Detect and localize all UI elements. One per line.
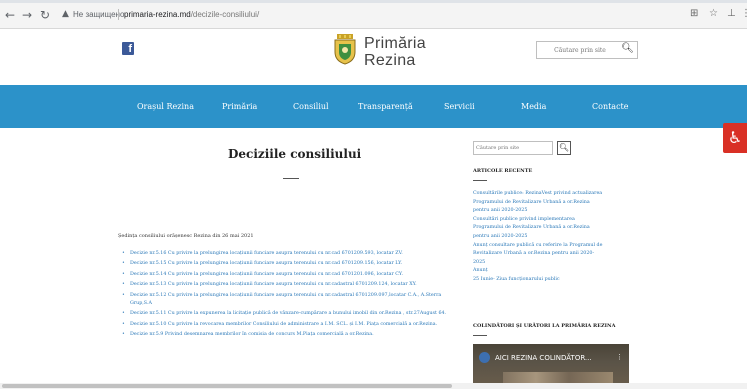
decision-link[interactable]: Decizie nr.5.13 Cu privire la prelungire… — [122, 281, 460, 290]
security-label[interactable]: Не защищено — [73, 10, 124, 19]
main-navigation: Orașul Rezina Primăria Consiliul Transpa… — [0, 85, 747, 128]
coat-of-arms-icon[interactable] — [333, 34, 357, 65]
url-domain: primaria-rezina.md — [124, 10, 191, 19]
header-search-box: 🔍︎ — [536, 41, 638, 59]
decision-list: Decizie nr.5.16 Cu privire la prelungire… — [122, 250, 460, 342]
horizontal-scrollbar[interactable] — [0, 383, 747, 389]
menu-dots-icon[interactable]: ⋮ — [741, 8, 747, 19]
recent-article-link[interactable]: 25 Iunie- Ziua funcționarului public — [473, 276, 643, 285]
recent-divider — [473, 180, 487, 181]
nav-item-transparenta[interactable]: Transparență — [358, 102, 413, 111]
decision-link[interactable]: Decizie nr.5.9 Privind desemnarea membri… — [122, 331, 460, 340]
translate-icon[interactable]: ⊞ — [690, 8, 698, 19]
recent-article-link[interactable]: Revitalizare Urbană a or.Rezina pentru a… — [473, 250, 643, 259]
decision-link[interactable]: Decizie nr.5.16 Cu privire la prelungire… — [122, 250, 460, 259]
video-menu-icon[interactable]: ⋮ — [616, 353, 623, 361]
reload-icon[interactable]: ↻ — [40, 7, 50, 23]
nav-item-servicii[interactable]: Servicii — [444, 102, 475, 111]
recent-article-link[interactable]: 2025 — [473, 259, 643, 268]
browser-toolbar: ← → ↻ ▲ Не защищено primaria-rezina.md/d… — [0, 3, 747, 29]
warning-icon[interactable]: ▲ — [62, 9, 69, 19]
wheelchair-icon[interactable]: ♿︎ — [723, 123, 747, 153]
sidebar-search-input[interactable] — [476, 143, 550, 153]
address-bar[interactable]: primaria-rezina.md/decizile-consiliului/ — [124, 10, 259, 19]
bookmark-star-icon[interactable]: ☆ — [709, 8, 718, 19]
video-heading: COLINDĂTORI ȘI URĂTORI LA PRIMĂRIA REZIN… — [473, 323, 616, 329]
scrollbar-thumb[interactable] — [2, 384, 452, 388]
video-divider — [473, 335, 487, 336]
decision-link[interactable]: Decizie nr.5.12 Cu privire la prelungire… — [122, 292, 460, 309]
url-path: /decizile-consiliului/ — [190, 10, 260, 19]
decision-link[interactable]: Decizie nr.5.14 Cu privire la prelungire… — [122, 271, 460, 280]
logo-line-1: Primăria — [364, 35, 426, 52]
nav-item-orasul-rezina[interactable]: Orașul Rezina — [137, 102, 194, 111]
url-separator — [118, 9, 119, 20]
nav-item-contacte[interactable]: Contacte — [592, 102, 629, 111]
decision-link[interactable]: Decizie nr.5.15 Cu privire la prelungire… — [122, 260, 460, 269]
facebook-icon[interactable]: f — [122, 42, 134, 55]
channel-avatar — [479, 352, 490, 363]
decision-link[interactable]: Decizie nr.5.10 Cu privire la revocarea … — [122, 321, 460, 330]
search-icon[interactable]: 🔍︎ — [621, 43, 634, 54]
profile-icon[interactable]: ⊥ — [727, 8, 736, 19]
search-icon: 🔍︎ — [558, 143, 570, 152]
session-heading: Ședința consiliului orășenesc Rezina din… — [118, 233, 254, 239]
sidebar-search-button[interactable]: 🔍︎ — [557, 141, 571, 155]
logo-line-2: Rezina — [364, 52, 416, 69]
title-divider — [283, 178, 299, 179]
site-logo-text[interactable]: Primăria Rezina — [364, 35, 426, 69]
decision-link[interactable]: Decizie nr.5.11 Cu privire la expunerea … — [122, 310, 460, 319]
recent-article-link[interactable]: Programului de Revitalizare Urbană a or.… — [473, 199, 643, 208]
forward-arrow-icon[interactable]: → — [22, 7, 32, 23]
recent-article-link[interactable]: Programului de Revitalizare Urbană a or.… — [473, 224, 643, 233]
sidebar-search-box — [473, 141, 553, 155]
nav-item-media[interactable]: Media — [521, 102, 546, 111]
recent-article-link[interactable]: Consultările publice: RezinaVest privind… — [473, 190, 643, 199]
recent-article-link[interactable]: Anunț — [473, 267, 643, 276]
recent-articles-heading: ARTICOLE RECENTE — [473, 168, 533, 174]
video-title: AICI REZINA COLINDĂTOR... — [495, 354, 592, 362]
recent-article-link[interactable]: pentru anii 2020-2025 — [473, 207, 643, 216]
page-title: Deciziile consiliului — [228, 147, 362, 161]
recent-article-link[interactable]: Anunț consultare publică cu referire la … — [473, 242, 643, 251]
header-search-input[interactable] — [541, 44, 619, 56]
recent-articles-list: Consultările publice: RezinaVest privind… — [473, 190, 643, 285]
recent-article-link[interactable]: Consultări publice privind implementarea — [473, 216, 643, 225]
nav-item-consiliul[interactable]: Consiliul — [293, 102, 329, 111]
back-arrow-icon[interactable]: ← — [5, 7, 15, 23]
recent-article-link[interactable]: pentru anii 2020-2025 — [473, 233, 643, 242]
nav-item-primaria[interactable]: Primăria — [222, 102, 257, 111]
